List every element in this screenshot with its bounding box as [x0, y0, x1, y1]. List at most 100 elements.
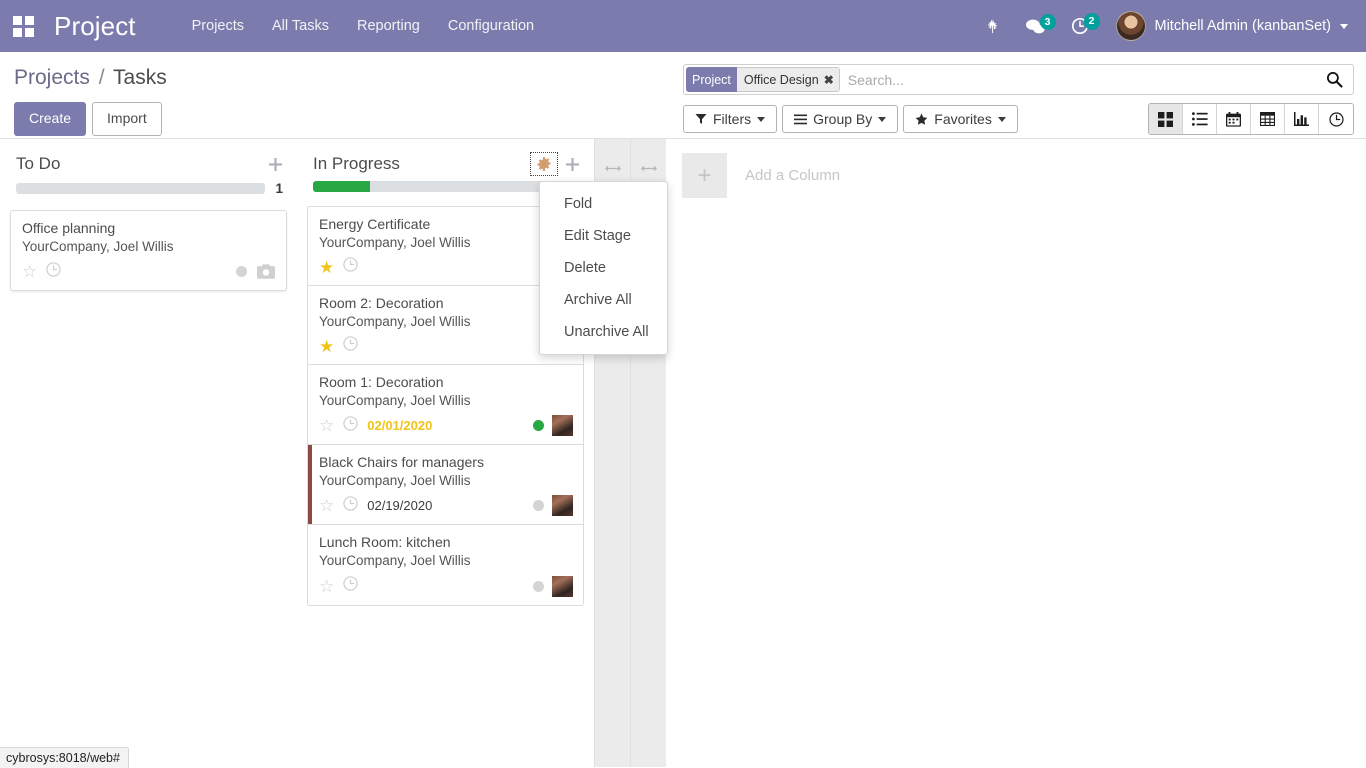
- add-column-label[interactable]: Add a Column: [745, 167, 840, 184]
- kanban-column-tools: [530, 152, 586, 176]
- add-record-icon[interactable]: [558, 152, 586, 176]
- priority-star-icon[interactable]: ★: [319, 259, 334, 276]
- kanban-board: To Do 1 Office planning YourCompany, Joe…: [0, 139, 1366, 767]
- favorites-dropdown-button[interactable]: Favorites: [903, 105, 1018, 133]
- kanban-card[interactable]: Lunch Room: kitchen YourCompany, Joel Wi…: [307, 524, 584, 606]
- apps-menu-button[interactable]: [0, 0, 46, 52]
- search-bar[interactable]: Project Office Design ✖: [683, 64, 1354, 95]
- create-button[interactable]: Create: [14, 102, 87, 136]
- dropdown-item-delete[interactable]: Delete: [540, 252, 667, 284]
- kanban-card-right: [533, 575, 573, 597]
- dropdown-item-edit-stage[interactable]: Edit Stage: [540, 220, 667, 252]
- kanban-column-to-do: To Do 1 Office planning YourCompany, Joe…: [0, 139, 297, 767]
- kanban-progress-bar[interactable]: [313, 181, 570, 192]
- kanban-card-title: Energy Certificate: [319, 216, 431, 232]
- status-dot[interactable]: [533, 580, 544, 592]
- view-button-calendar[interactable]: [1217, 104, 1251, 134]
- avatar[interactable]: [552, 415, 573, 437]
- activities-button[interactable]: 2: [1058, 11, 1102, 41]
- priority-star-icon[interactable]: ★: [319, 338, 334, 355]
- kanban-card-title: Room 2: Decoration: [319, 295, 444, 312]
- stage-settings-dropdown: Fold Edit Stage Delete Archive All Unarc…: [539, 181, 668, 355]
- debug-bug-button[interactable]: [972, 13, 1013, 40]
- view-button-pivot[interactable]: [1251, 104, 1285, 134]
- status-dot[interactable]: [236, 266, 247, 278]
- activities-badge: 2: [1083, 13, 1100, 30]
- plus-icon: [565, 157, 579, 171]
- gear-icon: [537, 157, 551, 171]
- dropdown-item-unarchive-all[interactable]: Unarchive All: [540, 316, 667, 348]
- kanban-card[interactable]: Black Chairs for managers YourCompany, J…: [307, 444, 584, 526]
- kanban-card-right: [533, 415, 573, 437]
- clock-icon[interactable]: [343, 257, 358, 277]
- view-button-kanban[interactable]: [1149, 104, 1183, 134]
- group-by-dropdown-button[interactable]: Group By: [782, 105, 899, 133]
- arrows-horizontal-icon: [641, 165, 657, 171]
- clock-icon[interactable]: [46, 261, 61, 282]
- user-menu-button[interactable]: Mitchell Admin (kanbanSet): [1102, 7, 1355, 45]
- status-dot[interactable]: [533, 500, 544, 512]
- filters-dropdown-button[interactable]: Filters: [683, 105, 778, 133]
- kanban-icon: [1158, 111, 1173, 127]
- view-button-list[interactable]: [1183, 104, 1217, 134]
- add-column-button[interactable]: +: [682, 153, 727, 198]
- fold-left-arrow-button[interactable]: [595, 155, 631, 181]
- breadcrumb-separator: /: [98, 66, 105, 89]
- priority-star-icon[interactable]: ☆: [319, 497, 334, 514]
- list-lines-icon: [794, 114, 808, 124]
- view-button-activity[interactable]: [1319, 104, 1353, 134]
- clock-icon[interactable]: [343, 416, 358, 436]
- chevron-down-icon: [757, 116, 766, 122]
- clock-icon[interactable]: [343, 336, 358, 356]
- messages-button[interactable]: 3: [1013, 12, 1058, 41]
- search-icon: [1326, 71, 1343, 88]
- avatar[interactable]: [552, 495, 573, 517]
- dropdown-item-fold[interactable]: Fold: [540, 188, 667, 220]
- add-column-area: + Add a Column: [666, 139, 966, 198]
- search-facet-value: Office Design: [743, 72, 819, 87]
- view-button-graph[interactable]: [1285, 104, 1319, 134]
- app-brand-title: Project: [54, 10, 136, 41]
- kanban-progress-bar[interactable]: [16, 183, 266, 194]
- search-button[interactable]: [1316, 65, 1353, 94]
- plus-icon: [268, 157, 282, 171]
- clock-icon[interactable]: [343, 576, 358, 596]
- search-input[interactable]: [839, 65, 1316, 94]
- kanban-card-subtitle: YourCompany, Joel Willis: [319, 553, 471, 569]
- priority-star-icon[interactable]: ☆: [319, 578, 334, 595]
- nav-link-all-tasks[interactable]: All Tasks: [258, 10, 343, 42]
- search-facet-project[interactable]: Project Office Design ✖: [686, 67, 840, 92]
- add-record-icon[interactable]: [261, 152, 289, 176]
- status-dot[interactable]: [533, 420, 544, 432]
- kanban-card[interactable]: Office planning YourCompany, Joel Willis…: [10, 210, 287, 292]
- nav-link-projects[interactable]: Projects: [178, 10, 258, 42]
- nav-link-reporting[interactable]: Reporting: [343, 10, 434, 42]
- clock-icon[interactable]: [343, 496, 358, 516]
- kanban-card-title: Room 1: Decoration: [319, 374, 444, 391]
- close-icon[interactable]: ✖: [824, 73, 834, 87]
- breadcrumb: Projects / Tasks: [14, 66, 683, 90]
- calendar-icon: [1226, 111, 1241, 127]
- kanban-card-title: Lunch Room: kitchen: [319, 534, 451, 551]
- nav-link-configuration[interactable]: Configuration: [434, 10, 548, 42]
- breadcrumb-parent[interactable]: Projects: [14, 66, 90, 89]
- avatar: [1115, 11, 1146, 41]
- avatar-placeholder-icon[interactable]: [255, 261, 276, 282]
- kanban-column-header: To Do: [8, 139, 289, 181]
- priority-star-icon[interactable]: ☆: [22, 263, 37, 280]
- user-name-label: Mitchell Admin (kanbanSet): [1154, 18, 1332, 34]
- kanban-column-settings-button[interactable]: [530, 152, 558, 176]
- kanban-card-footer: ☆ 02/19/2020: [319, 495, 573, 517]
- priority-star-icon[interactable]: ☆: [319, 417, 334, 434]
- dropdown-item-archive-all[interactable]: Archive All: [540, 284, 667, 316]
- arrows-horizontal-icon: [605, 165, 621, 171]
- fold-right-arrow-button[interactable]: [631, 155, 667, 181]
- kanban-card[interactable]: Room 1: Decoration YourCompany, Joel Wil…: [307, 364, 584, 446]
- navbar-right-tools: 3 2 Mitchell Admin (kanbanSet): [972, 7, 1366, 45]
- kanban-card-footer: ★: [319, 257, 573, 277]
- kanban-cards-to-do: Office planning YourCompany, Joel Willis…: [8, 210, 289, 292]
- kanban-card-subtitle: YourCompany, Joel Willis: [319, 393, 471, 409]
- import-button[interactable]: Import: [92, 102, 162, 136]
- action-buttons: Create Import: [14, 102, 683, 136]
- avatar[interactable]: [552, 575, 573, 597]
